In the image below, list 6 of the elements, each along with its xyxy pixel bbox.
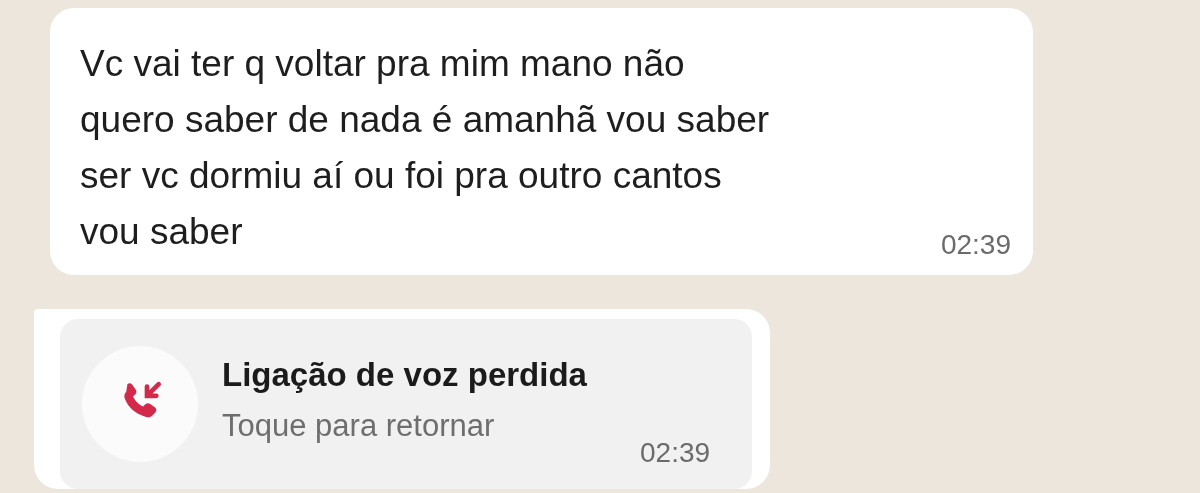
call-subtitle: Toque para retornar [222,408,496,444]
message-time: 02:39 [640,437,711,469]
message-time: 02:39 [940,229,1011,261]
call-title: Ligação de voz perdida [222,356,587,394]
message-text: Vc vai ter q voltar pra mim mano não quero saber de nada é amanhã vou saber ser vc dormiu aí ou foi pra outro cantos vou saber [80,42,770,254]
call-bubble[interactable]: Ligação de voz perdida Toque para retornar 02:39 [34,309,770,489]
